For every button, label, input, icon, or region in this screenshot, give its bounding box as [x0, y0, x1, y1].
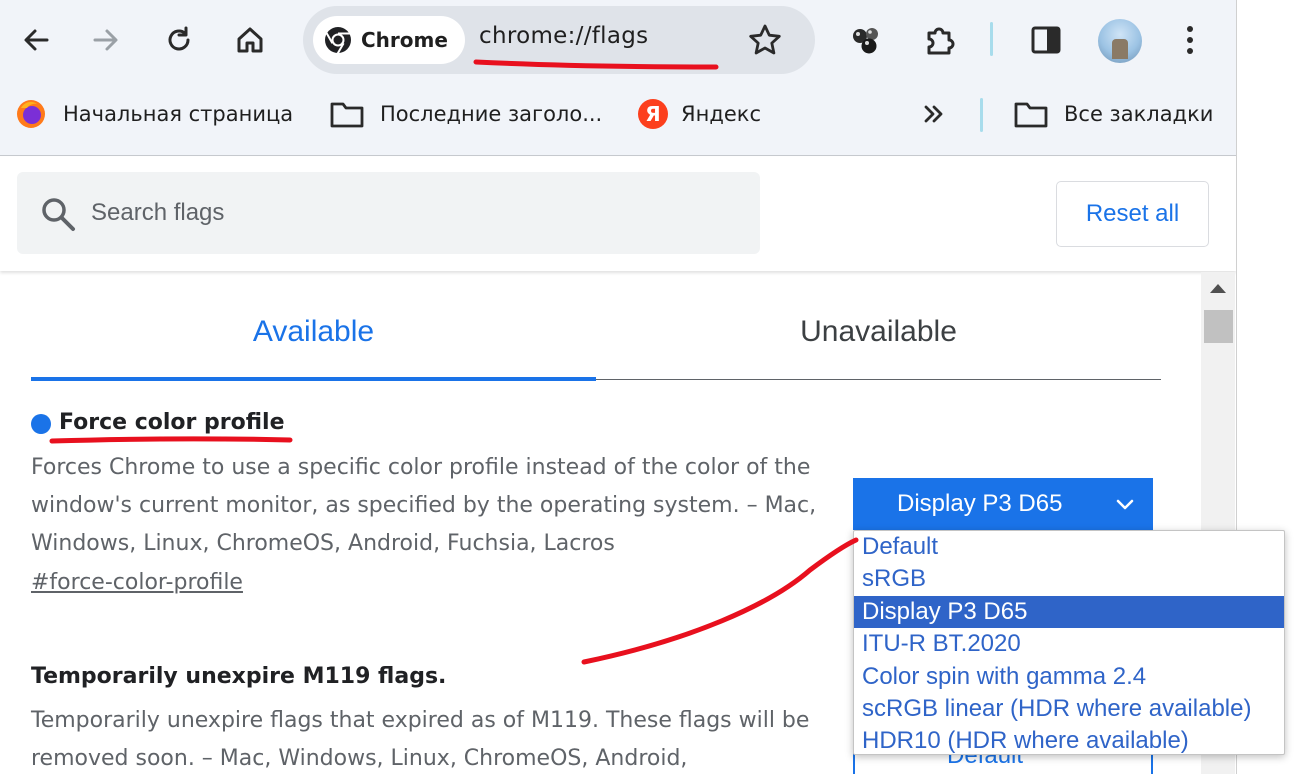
home-icon [237, 27, 263, 53]
chevron-double-right-icon [924, 105, 943, 123]
firefox-icon [17, 100, 45, 128]
yandex-icon: Я [638, 99, 668, 129]
bookmark-star-button[interactable] [747, 22, 783, 62]
back-button[interactable] [12, 16, 60, 64]
reload-button[interactable] [155, 16, 203, 64]
color-profile-dropdown: Default sRGB Display P3 D65 ITU-R BT.202… [853, 530, 1285, 755]
profile-avatar[interactable] [1098, 19, 1142, 63]
forward-button[interactable] [82, 16, 130, 64]
search-icon [42, 198, 75, 231]
dropdown-option-selected[interactable]: Display P3 D65 [854, 595, 1284, 629]
flag-description: Temporarily unexpire flags that expired … [31, 708, 810, 771]
dropdown-option[interactable]: scRGB linear (HDR where available) [854, 693, 1284, 725]
arrow-right-icon [93, 29, 118, 51]
dropdown-option[interactable]: ITU-R BT.2020 [854, 628, 1284, 660]
chevron-down-icon [1116, 499, 1134, 510]
extensions-menu-button[interactable] [916, 16, 964, 64]
svg-text:Я: Я [645, 102, 660, 126]
tab-available[interactable]: Available [31, 315, 596, 359]
flags-header: Reset all [0, 157, 1236, 271]
bookmark-label: Яндекс [681, 102, 761, 126]
dropdown-option[interactable]: Color spin with gamma 2.4 [854, 661, 1284, 693]
chrome-menu-button[interactable] [1166, 16, 1214, 64]
arrow-left-icon [24, 29, 49, 51]
omnibox[interactable]: Chrome chrome://flags [303, 6, 815, 74]
scrollbar-thumb[interactable] [1204, 310, 1233, 343]
flag-description: Forces Chrome to use a specific color pr… [31, 455, 817, 556]
flag-title: Temporarily unexpire M119 flags. [31, 664, 447, 689]
extension-balls-icon [853, 28, 878, 54]
modified-flag-indicator [31, 414, 51, 434]
bookmark-yandex[interactable]: Я Яндекс [637, 98, 761, 130]
folder-icon [1014, 102, 1048, 128]
bookmark-recent-headlines[interactable]: Последние заголо... [330, 98, 602, 130]
all-bookmarks-label: Все закладки [1064, 102, 1214, 126]
url-text[interactable]: chrome://flags [479, 23, 648, 49]
scroll-up-arrow-icon[interactable] [1210, 284, 1226, 293]
flag-permalink[interactable]: #force-color-profile [31, 570, 243, 595]
bookmarks-bar: Начальная страница Последние заголо... Я… [0, 82, 1236, 156]
flag-select-force-color-profile[interactable]: Display P3 D65 [853, 478, 1153, 530]
active-tab-indicator [31, 377, 596, 381]
reset-all-button[interactable]: Reset all [1056, 181, 1209, 247]
chrome-icon [325, 27, 351, 55]
flag-title: Force color profile [59, 410, 285, 435]
all-bookmarks-button[interactable]: Все закладки [1014, 98, 1213, 130]
browser-toolbar: Chrome chrome://flags [0, 0, 1236, 82]
dropdown-option[interactable]: HDR10 (HDR where available) [854, 725, 1284, 757]
tab-unavailable[interactable]: Unavailable [596, 315, 1161, 359]
title-underline-annotation [49, 436, 293, 444]
bookmarks-separator [980, 98, 983, 132]
more-bookmarks-button[interactable] [922, 98, 946, 130]
side-panel-button[interactable] [1022, 16, 1070, 64]
dropdown-option[interactable]: Default [854, 531, 1284, 563]
bookmark-label: Начальная страница [63, 102, 294, 126]
site-chip-label: Chrome [361, 28, 448, 52]
select-value: Display P3 D65 [897, 490, 1063, 517]
site-chip[interactable]: Chrome [313, 16, 465, 64]
star-icon [749, 24, 781, 55]
dropdown-option[interactable]: sRGB [854, 563, 1284, 595]
search-box[interactable] [17, 172, 760, 254]
more-vert-icon [1187, 26, 1193, 54]
extension-button[interactable] [843, 16, 891, 64]
folder-icon [330, 102, 364, 128]
search-input[interactable] [91, 194, 711, 232]
puzzle-icon [927, 27, 955, 55]
side-panel-icon [1031, 26, 1061, 54]
bookmark-label: Последние заголо... [380, 102, 603, 126]
home-button[interactable] [226, 16, 274, 64]
bookmark-home-page[interactable]: Начальная страница [15, 98, 293, 130]
reload-icon [168, 26, 190, 51]
toolbar-separator [990, 22, 993, 56]
